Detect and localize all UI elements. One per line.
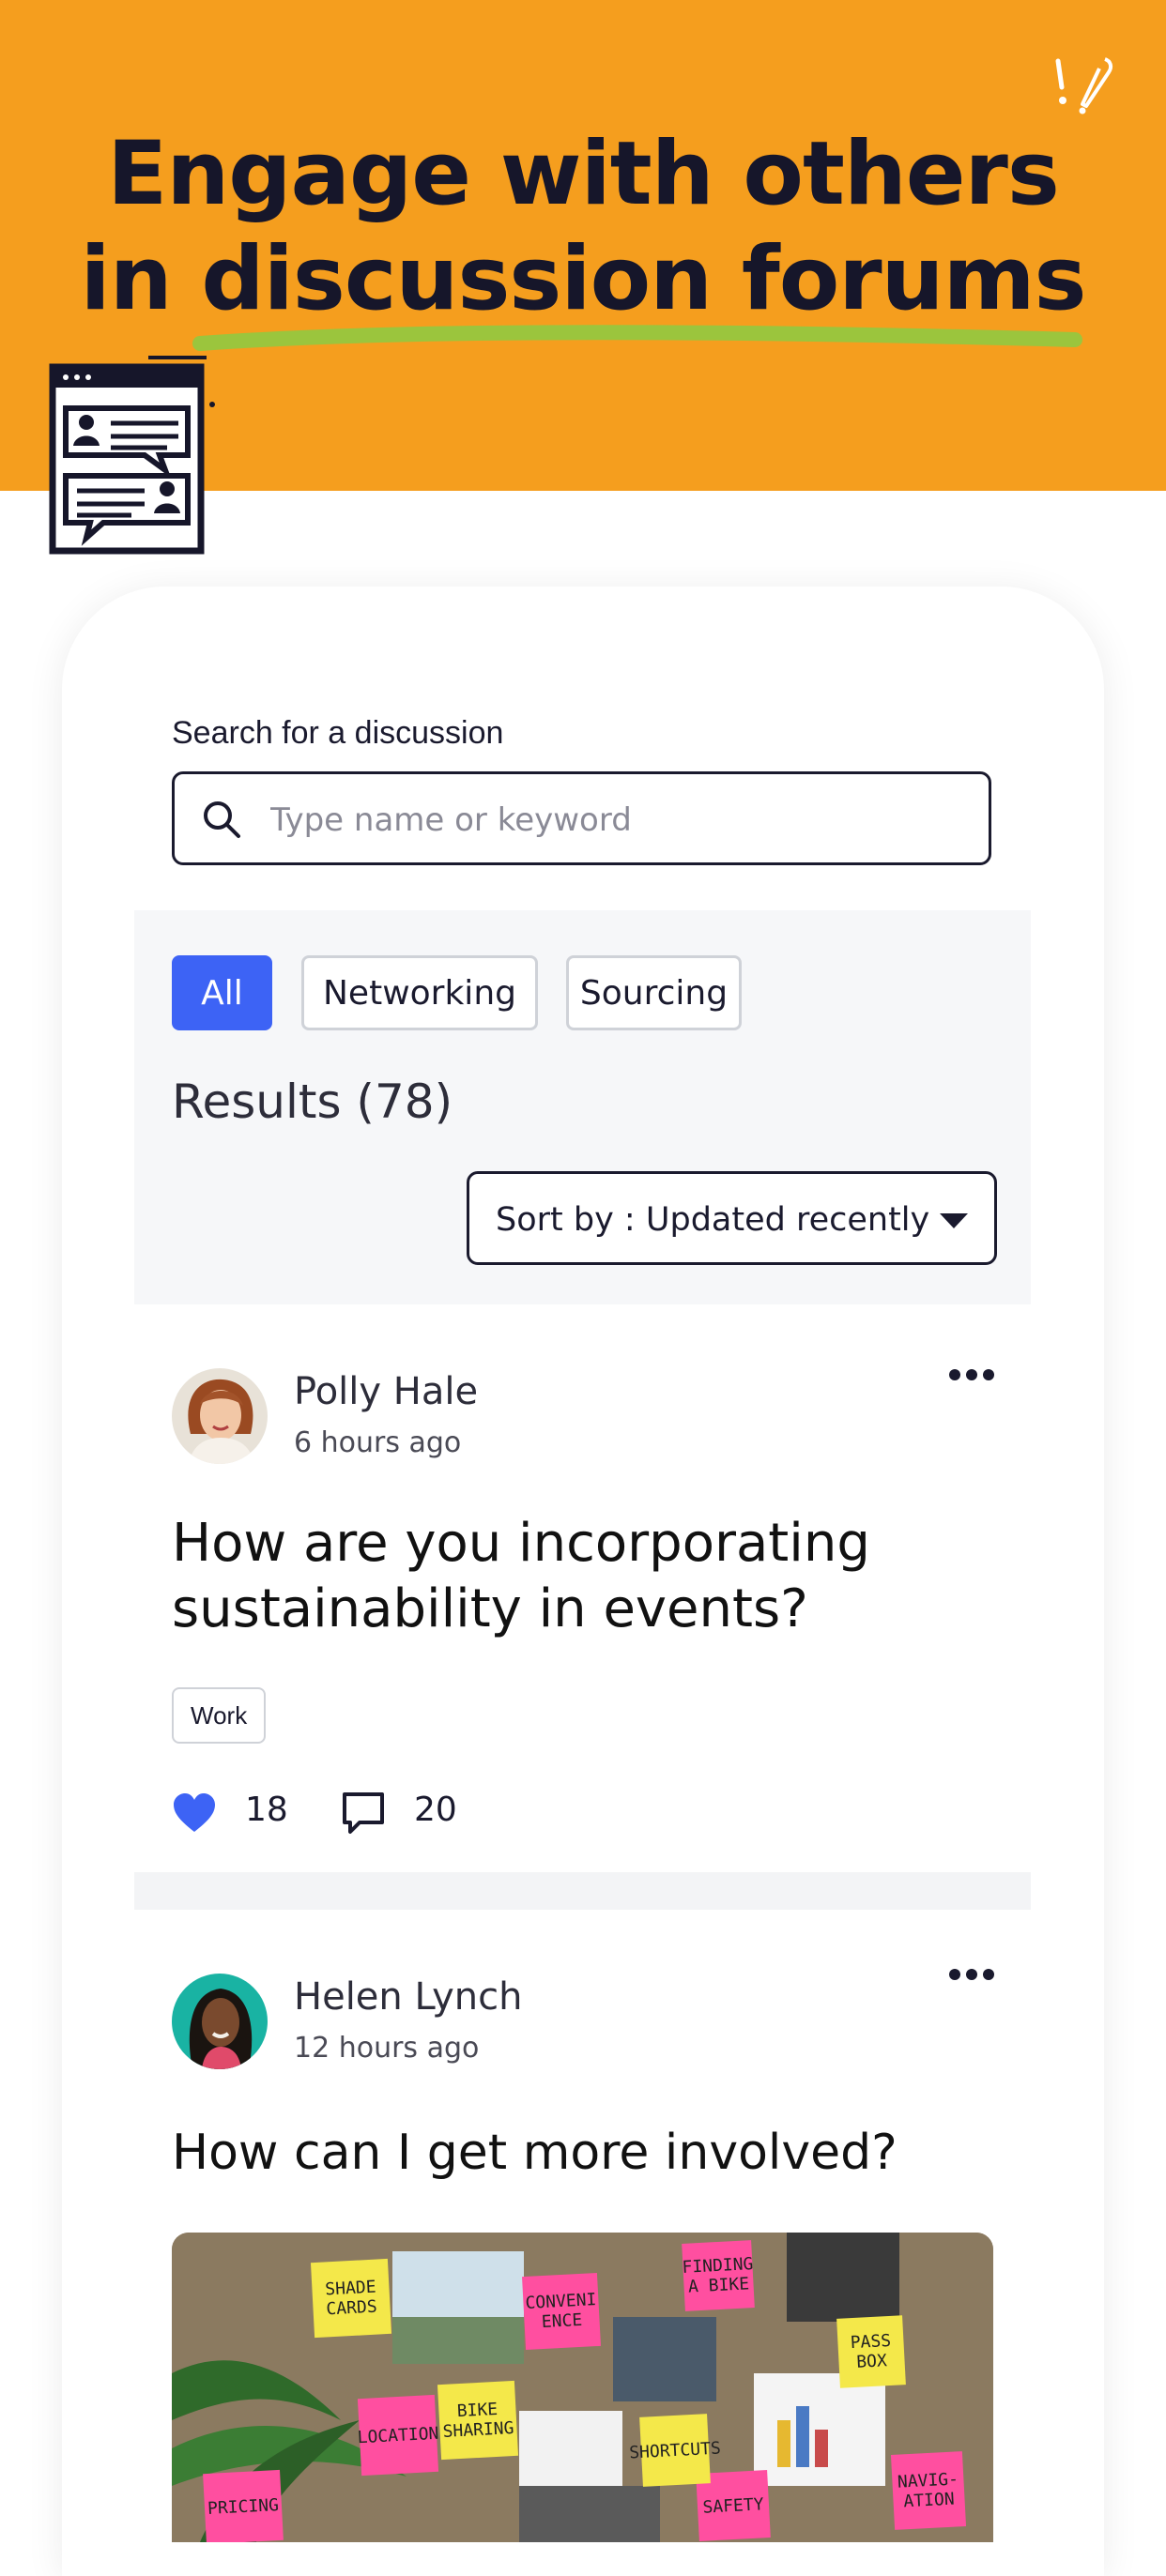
heart-icon[interactable] bbox=[172, 1792, 217, 1834]
sticky-note: SHADE CARDS bbox=[310, 2258, 392, 2339]
post-title[interactable]: How can I get more involved? bbox=[172, 2120, 998, 2186]
sort-prefix: Sort by : bbox=[496, 1201, 636, 1239]
filter-panel: All Networking Sourcing Results (78) Sor… bbox=[134, 910, 1031, 1304]
search-field[interactable] bbox=[172, 771, 991, 865]
sticky-note: CONVENI ENCE bbox=[522, 2272, 601, 2351]
post-author[interactable]: Helen Lynch bbox=[294, 1975, 522, 2019]
sticky-note: PRICING bbox=[203, 2469, 284, 2542]
search-label: Search for a discussion bbox=[172, 715, 504, 751]
sticky-note: LOCATION bbox=[357, 2394, 439, 2477]
post-time: 12 hours ago bbox=[294, 2032, 480, 2065]
post-tag[interactable]: Work bbox=[172, 1687, 267, 1744]
post-card[interactable]: Polly Hale 6 hours ago How are you incor… bbox=[134, 1304, 1031, 1872]
chevron-down-icon bbox=[940, 1213, 968, 1228]
like-count: 18 bbox=[245, 1791, 288, 1829]
post-title[interactable]: How are you incorporating sustainability… bbox=[172, 1511, 998, 1642]
avatar[interactable] bbox=[172, 1368, 268, 1464]
filter-chip-networking[interactable]: Networking bbox=[301, 955, 538, 1030]
headline-underline bbox=[192, 325, 1082, 351]
sticky-note: NAVIG- ATION bbox=[890, 2451, 967, 2530]
sticky-note: BIKE SHARING bbox=[437, 2380, 519, 2461]
more-options-icon[interactable] bbox=[948, 1968, 995, 1981]
post-time: 6 hours ago bbox=[294, 1426, 462, 1459]
sticky-note: PASS BOX bbox=[836, 2315, 906, 2388]
post-divider bbox=[134, 1872, 1031, 1910]
sort-label: Sort by : Updated recently bbox=[496, 1201, 929, 1239]
sort-value: Updated recently bbox=[645, 1201, 930, 1239]
forum-document-icon bbox=[49, 356, 215, 555]
results-count: Results (78) bbox=[172, 1075, 453, 1129]
search-input[interactable] bbox=[268, 793, 948, 847]
comment-icon[interactable] bbox=[341, 1791, 386, 1836]
filter-chip-all[interactable]: All bbox=[172, 955, 272, 1030]
headline-line-2: in discussion forums bbox=[80, 228, 1087, 330]
more-options-icon[interactable] bbox=[948, 1368, 995, 1381]
sparkle-icon bbox=[1047, 52, 1122, 122]
sticky-note: SHORTCUTS bbox=[629, 2414, 721, 2487]
post-image[interactable]: SHADE CARDS CONVENI ENCE FINDING A BIKE … bbox=[172, 2233, 993, 2542]
avatar[interactable] bbox=[172, 1974, 268, 2069]
post-author[interactable]: Polly Hale bbox=[294, 1370, 478, 1413]
filter-chip-sourcing[interactable]: Sourcing bbox=[566, 955, 742, 1030]
headline-line-1: Engage with others bbox=[107, 123, 1060, 225]
post-card[interactable]: Helen Lynch 12 hours ago How can I get m… bbox=[134, 1910, 1031, 2542]
comment-count: 20 bbox=[414, 1791, 457, 1829]
hero-headline: Engage with others in discussion forums bbox=[0, 122, 1166, 332]
sticky-note: FINDING A BIKE bbox=[682, 2240, 755, 2311]
sort-dropdown[interactable]: Sort by : Updated recently bbox=[467, 1171, 997, 1265]
search-icon bbox=[204, 801, 240, 838]
